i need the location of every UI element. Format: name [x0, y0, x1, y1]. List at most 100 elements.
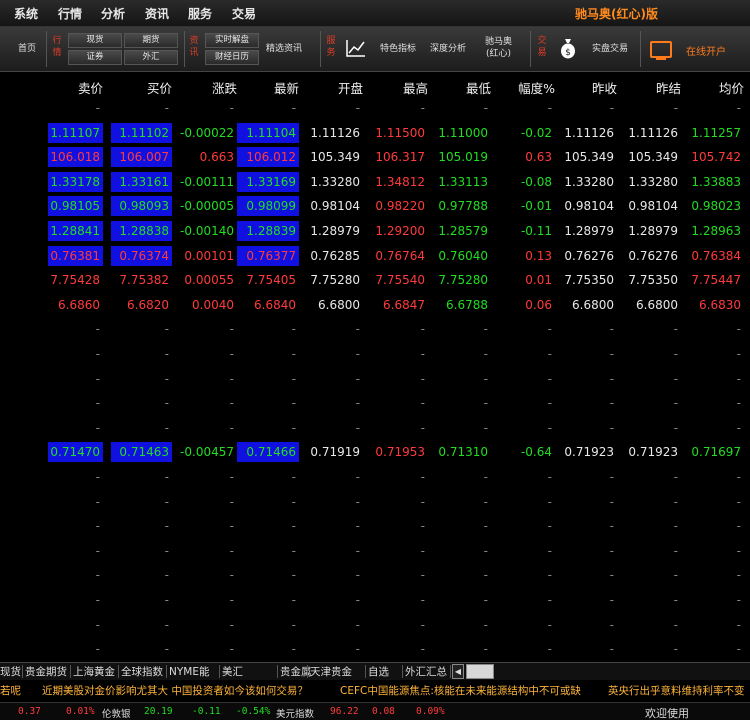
- cell-pct: -: [547, 519, 552, 534]
- column-header-open[interactable]: 开盘: [303, 78, 363, 97]
- selected-news-button[interactable]: 精选资讯: [266, 43, 302, 55]
- column-header-change[interactable]: 涨跌: [177, 78, 237, 97]
- table-row[interactable]: -----------: [0, 369, 750, 394]
- table-row[interactable]: -----------: [0, 541, 750, 566]
- table-row[interactable]: -----------: [0, 565, 750, 590]
- live-trade-button[interactable]: 实盘交易: [592, 43, 628, 55]
- table-row[interactable]: -----------: [0, 98, 750, 123]
- calendar-button[interactable]: 财经日历: [205, 50, 259, 65]
- column-header-prev-close[interactable]: 昨收: [557, 78, 617, 97]
- securities-button[interactable]: 证券: [68, 50, 122, 65]
- market-tab[interactable]: 上海黄金: [73, 664, 115, 679]
- cell-ask: 0.98105: [48, 196, 103, 217]
- column-header-prev-settle[interactable]: 昨结: [621, 78, 681, 97]
- realtime-button[interactable]: 实时解盘: [205, 33, 259, 48]
- table-row[interactable]: 1.11107 1.11102 -0.00022 1.11104 1.11126 1.11…: [0, 122, 750, 148]
- tab-scroll-left-icon[interactable]: ◀: [452, 664, 464, 679]
- cell-low: -: [483, 593, 488, 607]
- ticker-news-item[interactable]: 英央行出乎意料维持利率不变: [608, 683, 745, 698]
- cell-change: -: [229, 543, 234, 558]
- cell-prev-settle: -: [673, 420, 678, 435]
- menu-quotes[interactable]: 行情: [58, 5, 82, 22]
- cell-ask: -: [95, 593, 100, 607]
- money-bag-icon[interactable]: $: [560, 37, 576, 63]
- table-row[interactable]: -----------: [0, 467, 750, 492]
- cell-pct: -: [547, 101, 552, 115]
- status-value: 20.19: [144, 706, 173, 717]
- table-row[interactable]: 0.76381 0.76374 0.00101 0.76377 0.76285 0.767…: [0, 245, 750, 271]
- home-button[interactable]: 首页: [18, 43, 36, 55]
- table-row[interactable]: -----------: [0, 393, 750, 418]
- tab-scrollbar-thumb[interactable]: [466, 664, 494, 679]
- ticker-news-item[interactable]: 若呢: [0, 683, 21, 698]
- table-row[interactable]: -----------: [0, 590, 750, 615]
- cell-last: -: [291, 593, 296, 607]
- tv-icon[interactable]: [650, 41, 672, 60]
- cell-open: 0.76285: [310, 248, 360, 263]
- column-header-high[interactable]: 最高: [368, 78, 428, 97]
- table-row[interactable]: 7.75428 7.75382 0.00055 7.75405 7.75280 7.755…: [0, 270, 750, 295]
- cell-pct: -0.08: [520, 174, 552, 189]
- market-tab[interactable]: 美汇: [222, 664, 243, 679]
- column-header-pct[interactable]: 幅度%: [495, 78, 555, 97]
- cell-bid: 6.6820: [127, 297, 169, 312]
- market-tab[interactable]: 贵金期货: [25, 664, 67, 679]
- ticker-news-item[interactable]: CEFC中国能源焦点:核能在未来能源结构中不可或缺: [340, 683, 581, 698]
- menu-system[interactable]: 系统: [14, 5, 38, 22]
- table-row[interactable]: -----------: [0, 639, 750, 664]
- table-row[interactable]: 0.71470 0.71463 -0.00457 0.71466 0.71919 0.71…: [0, 442, 750, 467]
- table-row[interactable]: 1.28841 1.28838 -0.00140 1.28839 1.28979 1.29…: [0, 221, 750, 246]
- cell-ask: -: [95, 322, 100, 337]
- ticker-news-item[interactable]: 近期美股对金价影响尤其大 中国投资者如今该如何交易？: [42, 683, 308, 698]
- column-header-ask[interactable]: 卖价: [43, 78, 103, 97]
- cell-last: -: [291, 322, 296, 337]
- table-row[interactable]: 106.018 106.007 0.663 106.012 105.349 106.317…: [0, 147, 750, 172]
- cell-low: -: [483, 101, 488, 115]
- open-account-button[interactable]: 在线开户: [686, 43, 726, 58]
- table-row[interactable]: -----------: [0, 344, 750, 369]
- cell-avg: -: [736, 642, 741, 657]
- tab-divider: [402, 665, 403, 678]
- chart-icon[interactable]: [346, 39, 366, 61]
- cell-last: 0.71466: [237, 442, 299, 463]
- cell-high: -: [420, 568, 425, 583]
- toolbar: 首页 行情 现货 证券 期货 外汇 资讯 实时解盘 财经日历 精选资讯 服务 特…: [0, 27, 750, 72]
- column-header-avg[interactable]: 均价: [684, 78, 744, 97]
- brand-shortcut-button[interactable]: 驰马奥 (红心): [485, 36, 512, 60]
- menu-service[interactable]: 服务: [188, 5, 212, 22]
- cell-open: -: [355, 420, 360, 435]
- cell-low: 105.019: [438, 150, 488, 165]
- cell-high: 0.76764: [375, 248, 425, 263]
- market-tab[interactable]: 天津贵金: [310, 664, 352, 679]
- deep-analysis-button[interactable]: 深度分析: [430, 43, 466, 55]
- market-tab[interactable]: NYME能: [169, 664, 209, 679]
- table-row[interactable]: -----------: [0, 615, 750, 640]
- cell-avg: -: [736, 543, 741, 558]
- table-row[interactable]: 1.33178 1.33161 -0.00111 1.33169 1.33280 1.34…: [0, 171, 750, 197]
- futures-button[interactable]: 期货: [124, 33, 178, 48]
- column-header-last[interactable]: 最新: [239, 78, 299, 97]
- column-header-low[interactable]: 最低: [431, 78, 491, 97]
- table-row[interactable]: -----------: [0, 516, 750, 541]
- column-header-bid[interactable]: 买价: [112, 78, 172, 97]
- table-row[interactable]: 0.98105 0.98093 -0.00005 0.98099 0.98104 0.98…: [0, 196, 750, 221]
- cell-high: -: [420, 494, 425, 509]
- cell-prev-settle: 105.349: [628, 150, 678, 165]
- market-tab[interactable]: 自选: [368, 664, 389, 679]
- table-row[interactable]: 6.6860 6.6820 0.0040 6.6840 6.6800 6.6847 6.67…: [0, 295, 750, 320]
- spot-button[interactable]: 现货: [68, 33, 122, 48]
- indicators-button[interactable]: 特色指标: [380, 43, 416, 55]
- table-row[interactable]: -----------: [0, 492, 750, 517]
- menu-news[interactable]: 资讯: [145, 5, 169, 22]
- cell-prev-close: 1.33280: [564, 174, 614, 189]
- menu-trade[interactable]: 交易: [232, 5, 256, 22]
- forex-button[interactable]: 外汇: [124, 50, 178, 65]
- cell-pct: -: [547, 642, 552, 657]
- market-tab[interactable]: 现货: [0, 664, 21, 679]
- market-tab[interactable]: 全球指数: [121, 664, 163, 679]
- market-tab[interactable]: 外汇汇总: [405, 664, 447, 679]
- menu-analysis[interactable]: 分析: [101, 5, 125, 22]
- cell-ask: -: [95, 396, 100, 411]
- table-row[interactable]: -----------: [0, 319, 750, 344]
- table-row[interactable]: -----------: [0, 418, 750, 443]
